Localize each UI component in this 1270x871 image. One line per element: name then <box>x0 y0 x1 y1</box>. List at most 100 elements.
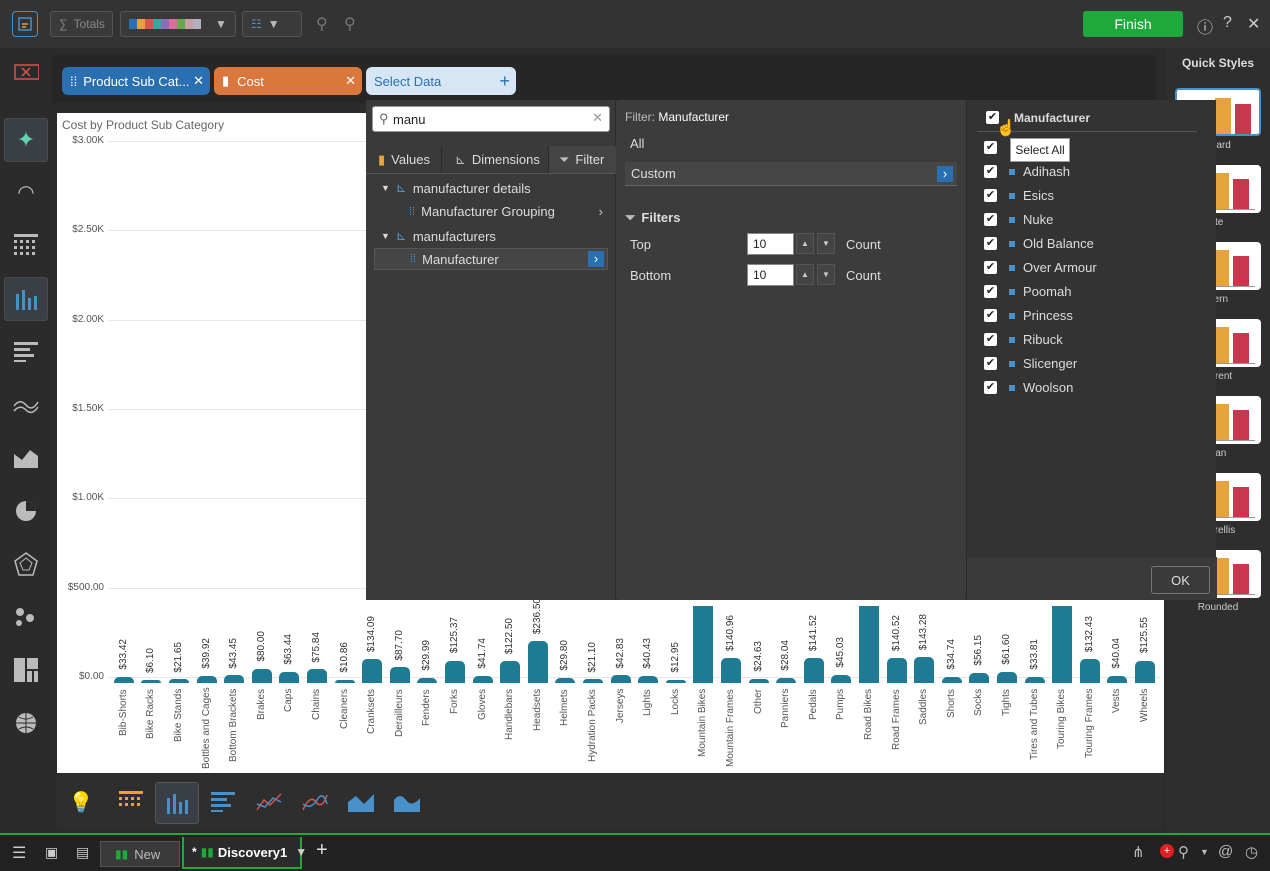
sort-dropdown[interactable]: ☷ ▼ <box>242 11 302 37</box>
tab-values-label: Values <box>391 152 430 167</box>
chevron-right-button[interactable]: › <box>588 251 604 267</box>
manufacturer-item[interactable]: Old Balance <box>1023 236 1094 251</box>
bottom-count-label: Count <box>846 268 881 283</box>
column-chart-icon[interactable] <box>4 277 48 321</box>
series-color-swatch <box>1009 217 1015 223</box>
ai-sparkle-icon[interactable]: ✦ <box>4 118 48 162</box>
tab-dimensions[interactable]: ⊾ Dimensions <box>443 146 547 173</box>
close-icon[interactable]: ✕ <box>345 73 356 89</box>
manufacturer-checkbox[interactable]: ✔ <box>984 237 997 250</box>
radar-chart-icon[interactable] <box>4 542 48 586</box>
ok-button[interactable]: OK <box>1151 566 1210 594</box>
link-icon[interactable]: ⚲ <box>316 14 328 34</box>
add-tab-icon[interactable]: + <box>316 839 328 862</box>
spline-chart-icon[interactable] <box>301 788 329 816</box>
insight-bulb-icon[interactable]: 💡 <box>67 788 95 816</box>
info-icon[interactable]: ⓘ <box>1197 14 1213 38</box>
tab-values[interactable]: ▮ Values <box>366 146 442 173</box>
combo-line-icon[interactable] <box>255 788 283 816</box>
pie-chart-icon[interactable] <box>4 489 48 533</box>
manufacturer-item[interactable]: Nuke <box>1023 212 1053 227</box>
search-box[interactable]: ⚲ ✕ <box>372 106 610 132</box>
clear-icon[interactable] <box>4 58 48 86</box>
close-icon[interactable]: ✕ <box>193 73 204 89</box>
tree-item-manufacturer-grouping[interactable]: ⁞⁞ Manufacturer Grouping › <box>409 204 607 219</box>
map-globe-icon[interactable] <box>4 701 48 745</box>
area-chart-icon[interactable] <box>347 788 375 816</box>
hamburger-icon[interactable]: ☰ <box>12 843 26 863</box>
bar-chart-icon[interactable] <box>209 788 237 816</box>
manufacturer-checkbox[interactable]: ✔ <box>984 261 997 274</box>
chevron-down-icon[interactable]: ▼ <box>295 845 307 859</box>
top-count-input[interactable]: 10 <box>747 233 794 255</box>
search-input[interactable] <box>393 110 583 128</box>
bottom-count-input[interactable]: 10 <box>747 264 794 286</box>
top-decrement-button[interactable]: ▼ <box>817 233 835 254</box>
presentation-icon[interactable]: ▤ <box>76 844 89 861</box>
swirl-icon[interactable]: @ <box>1218 843 1233 860</box>
pill-product-sub-category[interactable]: ⁞⁞ Product Sub Cat... ✕ <box>62 67 210 95</box>
manufacturer-item[interactable]: Princess <box>1023 308 1073 323</box>
series-color-swatch <box>1009 241 1015 247</box>
manufacturer-checkbox[interactable]: ✔ <box>984 189 997 202</box>
pill-cost[interactable]: ▮ Cost ✕ <box>214 67 362 95</box>
tree-item-label: Manufacturer <box>422 251 499 267</box>
tree-group-manufacturers[interactable]: ▼ ⊾ manufacturers <box>381 228 496 244</box>
manufacturer-checkbox[interactable]: ✔ <box>984 285 997 298</box>
bottom-decrement-button[interactable]: ▼ <box>817 264 835 285</box>
totals-button[interactable]: ∑ Totals <box>50 11 113 37</box>
tree-group-manufacturer-details[interactable]: ▼ ⊾ manufacturer details <box>381 180 531 196</box>
grid-table-icon[interactable] <box>4 223 48 267</box>
manufacturer-item[interactable]: Slicenger <box>1023 356 1077 371</box>
area-chart-icon[interactable] <box>4 436 48 480</box>
manufacturer-checkbox[interactable]: ✔ <box>984 165 997 178</box>
manufacturer-checkbox[interactable]: ✔ <box>984 357 997 370</box>
help-icon[interactable]: ? <box>1223 14 1232 32</box>
finish-button[interactable]: Finish <box>1083 11 1183 37</box>
notification-badge-icon[interactable]: + <box>1160 844 1174 858</box>
app-menu-icon[interactable] <box>12 11 38 37</box>
palette-dropdown[interactable]: ▼ <box>120 11 236 37</box>
clear-search-icon[interactable]: ✕ <box>592 110 603 126</box>
close-icon[interactable]: ✕ <box>1247 14 1260 34</box>
manufacturer-item[interactable]: Woolson <box>1023 380 1073 395</box>
pin-icon[interactable]: ⚲ <box>1178 843 1189 861</box>
chevron-right-button[interactable]: › <box>937 166 953 182</box>
manufacturer-checkbox[interactable]: ✔ <box>984 309 997 322</box>
all-option[interactable]: All <box>630 136 644 151</box>
timer-icon[interactable]: ◷ <box>1245 843 1258 861</box>
manufacturer-item[interactable]: Ribuck <box>1023 332 1063 347</box>
unlink-icon[interactable]: ⚲ <box>344 14 356 34</box>
manufacturer-item[interactable]: Over Armour <box>1023 260 1097 275</box>
tab-filter[interactable]: ⏷ Filter <box>548 146 616 173</box>
top-increment-button[interactable]: ▲ <box>796 233 814 254</box>
series-color-swatch <box>1009 361 1015 367</box>
column-chart-icon[interactable] <box>155 782 199 824</box>
smooth-area-icon[interactable] <box>393 788 421 816</box>
grid-table-icon[interactable] <box>117 788 145 816</box>
gauge-icon[interactable]: ◠ <box>4 170 48 214</box>
line-chart-icon[interactable] <box>4 383 48 427</box>
tree-item-manufacturer[interactable]: ⁞⁞ Manufacturer › <box>374 248 608 270</box>
scatter-chart-icon[interactable] <box>4 595 48 639</box>
treemap-icon[interactable] <box>4 648 48 692</box>
custom-option[interactable]: Custom › <box>625 162 957 186</box>
manufacturer-item[interactable]: Adihash <box>1023 164 1070 179</box>
bar-chart-icon[interactable] <box>4 330 48 374</box>
brand-icon[interactable]: ⋔ <box>1132 843 1145 861</box>
folders-icon[interactable]: ▣ <box>45 844 58 861</box>
manufacturer-checkbox[interactable]: ✔ <box>984 213 997 226</box>
tab-new[interactable]: ▮▮ New <box>100 841 180 867</box>
chevron-right-icon[interactable]: › <box>599 204 603 219</box>
select-data-pill[interactable]: Select Data + <box>366 67 516 95</box>
manufacturer-item[interactable]: Poomah <box>1023 284 1071 299</box>
manufacturer-checkbox[interactable]: ✔ <box>984 333 997 346</box>
manufacturer-checkbox[interactable]: ✔ <box>984 381 997 394</box>
manufacturer-item[interactable]: Esics <box>1023 188 1054 203</box>
tab-discovery1[interactable]: * ▮▮ Discovery1 ▼ <box>182 837 307 869</box>
bottom-increment-button[interactable]: ▲ <box>796 264 814 285</box>
tree-item-label: Manufacturer Grouping <box>421 204 555 219</box>
list-checkbox[interactable]: ✔ <box>984 141 997 154</box>
chevron-down-icon[interactable]: ▼ <box>1200 847 1209 857</box>
add-icon[interactable]: + <box>499 71 510 92</box>
